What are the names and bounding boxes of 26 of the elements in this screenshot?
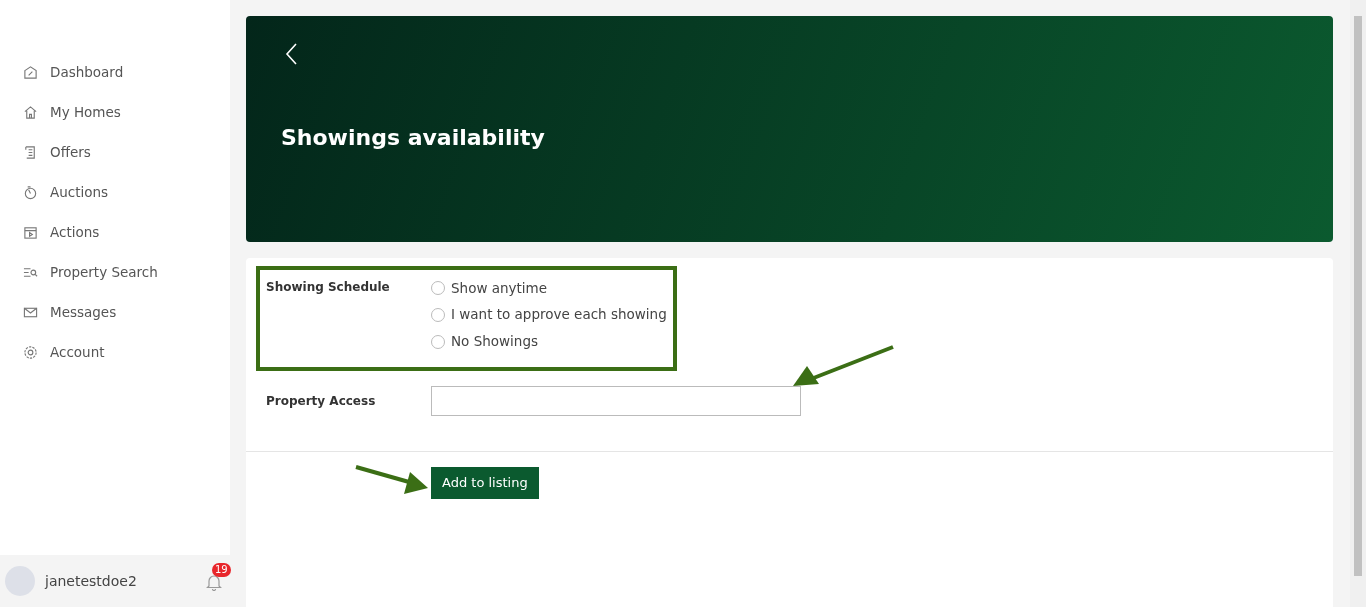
property-access-field[interactable] <box>431 386 801 416</box>
add-to-listing-button[interactable]: Add to listing <box>431 467 539 499</box>
nav-link[interactable]: Account <box>50 341 105 363</box>
notification-count: 19 <box>212 563 231 578</box>
calendar-icon <box>23 224 38 240</box>
house-icon <box>23 64 38 80</box>
nav-link[interactable]: Dashboard <box>50 61 124 83</box>
house-icon <box>23 104 38 120</box>
bell-icon[interactable] <box>206 572 222 591</box>
settings-icon <box>23 344 38 360</box>
nav-link[interactable]: Messages <box>50 301 117 323</box>
username: janetestdoe2 <box>45 571 137 591</box>
nav-link[interactable]: Offers <box>50 141 91 163</box>
nav-link[interactable]: Auctions <box>50 181 109 203</box>
nav-link[interactable]: My Homes <box>50 101 121 123</box>
field-label: Showing Schedule <box>266 279 391 296</box>
stopwatch-icon <box>23 184 38 200</box>
scrollbar[interactable] <box>1350 0 1366 607</box>
scroll-icon <box>23 144 38 160</box>
nav-link[interactable]: Actions <box>50 221 100 243</box>
field-label: Property Access <box>266 393 377 410</box>
radio-label[interactable]: No Showings <box>451 331 538 352</box>
page-title: Showings availability <box>281 124 546 152</box>
radio-label[interactable]: Show anytime <box>451 277 548 299</box>
radio-label[interactable]: I want to approve each showing <box>451 304 667 325</box>
nav-link[interactable]: Property Search <box>50 261 158 283</box>
